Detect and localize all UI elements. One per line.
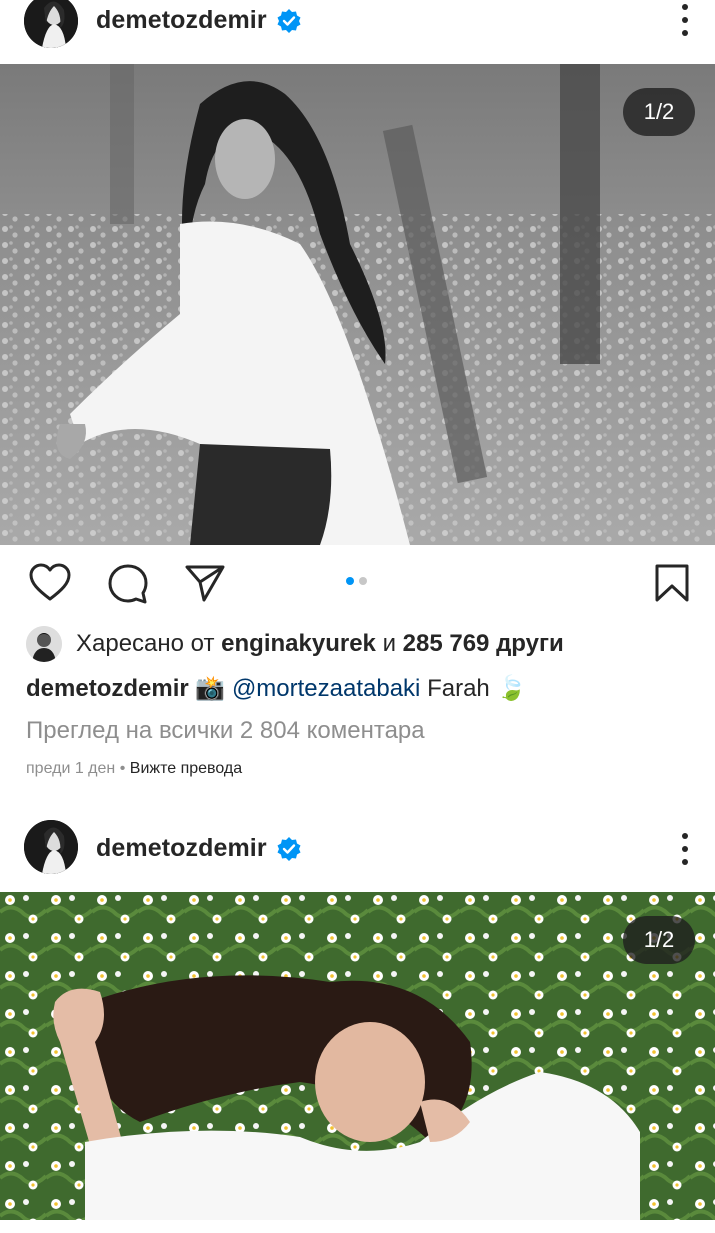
liker-avatar[interactable]	[26, 626, 62, 662]
post-1: demetozdemir 1/2 Харесано от enginakyure…	[0, 0, 715, 777]
carousel-dot-active	[346, 577, 354, 585]
image-counter: 1/2	[623, 88, 695, 136]
avatar[interactable]	[24, 820, 78, 874]
see-translation-link[interactable]: Вижте превода	[130, 760, 242, 777]
camera-emoji: 📸	[195, 675, 226, 702]
liked-conjunction: и	[382, 630, 396, 657]
carousel-indicator	[346, 577, 367, 585]
caption-mention[interactable]: @mortezaatabaki	[232, 675, 420, 702]
time-ago: преди 1 ден	[26, 760, 116, 777]
more-options-icon[interactable]	[681, 832, 689, 866]
paper-plane-icon[interactable]	[184, 562, 226, 604]
leaf-emoji: 🍃	[496, 675, 527, 702]
caption-username[interactable]: demetozdemir	[26, 675, 189, 702]
post-header: demetozdemir	[0, 0, 715, 64]
likes-count[interactable]: 285 769 други	[403, 630, 564, 658]
caption: demetozdemir 📸 @mortezaatabaki Farah 🍃	[26, 674, 526, 703]
image-counter: 1/2	[623, 916, 695, 964]
heart-icon[interactable]	[28, 562, 72, 602]
liked-by-label: Харесано от	[76, 630, 215, 657]
username[interactable]: demetozdemir	[96, 834, 267, 863]
username[interactable]: demetozdemir	[96, 6, 267, 35]
post-2: demetozdemir 1/2	[0, 818, 715, 1220]
caption-text: Farah	[427, 675, 490, 702]
likes-summary[interactable]: Харесано от enginakyurek и 285 769 други	[26, 626, 564, 662]
post-meta: преди 1 ден • Вижте превода	[26, 760, 242, 778]
carousel-dot	[359, 577, 367, 585]
verified-badge-icon	[277, 9, 301, 33]
meta-separator: •	[119, 760, 126, 777]
view-all-comments-link[interactable]: Преглед на всички 2 804 коментара	[26, 717, 425, 745]
post-photo[interactable]: 1/2	[0, 64, 715, 545]
photo-image	[0, 64, 715, 545]
liked-by-user[interactable]: enginakyurek	[221, 630, 376, 658]
photo-image	[0, 892, 715, 1220]
more-options-icon[interactable]	[681, 3, 689, 37]
avatar[interactable]	[24, 0, 78, 48]
comment-bubble-icon[interactable]	[106, 563, 150, 605]
post-header: demetozdemir	[0, 818, 715, 882]
post-photo[interactable]: 1/2	[0, 892, 715, 1220]
bookmark-icon[interactable]	[654, 563, 690, 603]
verified-badge-icon	[277, 837, 301, 861]
